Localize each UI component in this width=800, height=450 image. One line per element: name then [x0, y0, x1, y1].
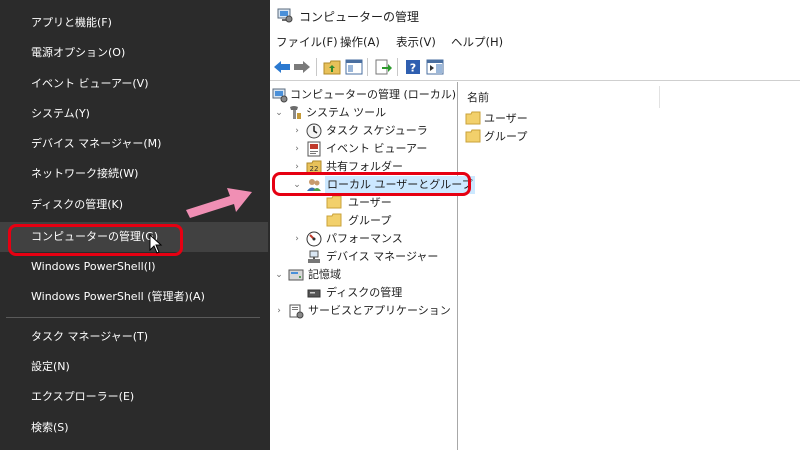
menu-item-device-manager[interactable]: デバイス マネージャー(M) — [0, 129, 268, 159]
tree-label: タスク スケジューラ — [326, 124, 428, 137]
toolbar-separator — [316, 58, 317, 76]
toolbar: ? — [270, 53, 800, 81]
menu-item-search[interactable]: 検索(S) — [0, 413, 268, 443]
title-bar: コンピューターの管理 — [270, 0, 800, 30]
help-icon[interactable]: ? — [403, 57, 423, 77]
menu-view[interactable]: 表示(V) — [396, 34, 436, 50]
mouse-cursor-icon — [149, 233, 163, 258]
menu-item-power-options[interactable]: 電源オプション(O) — [0, 38, 268, 68]
tree-node-performance[interactable]: › パフォーマンス — [270, 230, 458, 248]
chevron-right-icon[interactable]: › — [292, 158, 302, 176]
tree-label: ディスクの管理 — [326, 286, 403, 299]
pink-arrow-icon — [184, 180, 256, 224]
menu-item-apps-features[interactable]: アプリと機能(F) — [0, 8, 268, 38]
tree-node-shared-folders[interactable]: › 22 共有フォルダー — [270, 158, 458, 176]
tree-node-groups[interactable]: グループ — [270, 212, 458, 230]
chevron-right-icon[interactable]: › — [292, 140, 302, 158]
tree-label: ユーザー — [348, 196, 392, 209]
console-tree-icon[interactable] — [344, 57, 364, 77]
toolbar-separator — [397, 58, 398, 76]
menu-item-powershell[interactable]: Windows PowerShell(I) — [0, 252, 268, 282]
menu-help[interactable]: ヘルプ(H) — [451, 34, 503, 50]
chevron-down-icon[interactable]: ⌄ — [274, 266, 284, 284]
tree-node-device-manager[interactable]: デバイス マネージャー — [270, 248, 458, 266]
services-icon — [288, 303, 304, 325]
tree-label: ローカル ユーザーとグループ — [325, 176, 475, 194]
computer-management-window: コンピューターの管理 ファイル(F) 操作(A) 表示(V) ヘルプ(H) ? — [270, 0, 800, 450]
tree-node-event-viewer[interactable]: › イベント ビューアー — [270, 140, 458, 158]
tree-label: グループ — [348, 214, 392, 227]
forward-arrow-icon[interactable] — [292, 57, 312, 77]
menu-action[interactable]: 操作(A) — [340, 34, 380, 50]
menu-bar: ファイル(F) 操作(A) 表示(V) ヘルプ(H) — [270, 30, 800, 52]
winx-menu: アプリと機能(F) 電源オプション(O) イベント ビューアー(V) システム(… — [0, 0, 270, 450]
list-item-label: グループ — [484, 130, 528, 143]
details-pane: 名前 ユーザー グループ — [459, 82, 800, 450]
tree-label: サービスとアプリケーション — [308, 304, 451, 317]
svg-text:22: 22 — [310, 165, 319, 173]
menu-item-task-manager[interactable]: タスク マネージャー(T) — [0, 322, 268, 352]
toolbar-separator — [367, 58, 368, 76]
tree-node-task-scheduler[interactable]: › タスク スケジューラ — [270, 122, 458, 140]
folder-icon — [465, 129, 481, 149]
list-item[interactable]: グループ — [465, 128, 665, 146]
chevron-down-icon[interactable]: ⌄ — [292, 176, 302, 194]
chevron-right-icon[interactable]: › — [292, 122, 302, 140]
tree-node-local-users-groups[interactable]: ⌄ ローカル ユーザーとグループ — [270, 176, 475, 194]
menu-separator — [6, 317, 260, 318]
tree-node-system-tools[interactable]: ⌄ システム ツール — [270, 104, 458, 122]
column-header[interactable]: 名前 — [459, 86, 800, 108]
menu-item-powershell-admin[interactable]: Windows PowerShell (管理者)(A) — [0, 282, 268, 312]
computer-management-icon — [277, 7, 293, 27]
menu-item-settings[interactable]: 設定(N) — [0, 352, 268, 382]
menu-item-event-viewer[interactable]: イベント ビューアー(V) — [0, 69, 268, 99]
chevron-right-icon[interactable]: › — [292, 230, 302, 248]
chevron-down-icon[interactable]: ⌄ — [274, 104, 284, 122]
tree-label: システム ツール — [306, 106, 387, 119]
tree-node-disk-management[interactable]: ディスクの管理 — [270, 284, 458, 302]
chevron-right-icon[interactable]: › — [274, 302, 284, 320]
svg-text:?: ? — [410, 62, 416, 75]
menu-item-explorer[interactable]: エクスプローラー(E) — [0, 382, 268, 412]
list-item-label: ユーザー — [484, 112, 528, 125]
tree-label: イベント ビューアー — [326, 142, 428, 155]
action-pane-icon[interactable] — [425, 57, 445, 77]
menu-item-system[interactable]: システム(Y) — [0, 99, 268, 129]
tree-node-storage[interactable]: ⌄ 記憶域 — [270, 266, 458, 284]
menu-file[interactable]: ファイル(F) — [276, 34, 338, 50]
tree-node-users[interactable]: ユーザー — [270, 194, 458, 212]
back-arrow-icon[interactable] — [272, 57, 292, 77]
window-title: コンピューターの管理 — [299, 10, 420, 24]
menu-item-computer-management[interactable]: コンピューターの管理(G) — [0, 222, 268, 252]
tree-node-services-apps[interactable]: › サービスとアプリケーション — [270, 302, 458, 320]
tree-label: デバイス マネージャー — [326, 250, 439, 263]
tree-label: コンピューターの管理 (ローカル) — [290, 88, 457, 101]
tree-label: パフォーマンス — [326, 232, 403, 245]
tree-node-root[interactable]: コンピューターの管理 (ローカル) — [270, 86, 458, 104]
up-folder-icon[interactable] — [322, 57, 342, 77]
console-tree: コンピューターの管理 (ローカル) ⌄ システム ツール › タスク スケジュー… — [270, 82, 475, 450]
column-divider[interactable] — [659, 86, 660, 108]
export-list-icon[interactable] — [373, 57, 393, 77]
tree-label: 共有フォルダー — [326, 160, 403, 173]
column-name-header[interactable]: 名前 — [467, 89, 489, 105]
tree-label: 記憶域 — [308, 268, 341, 281]
list-item[interactable]: ユーザー — [465, 110, 665, 128]
